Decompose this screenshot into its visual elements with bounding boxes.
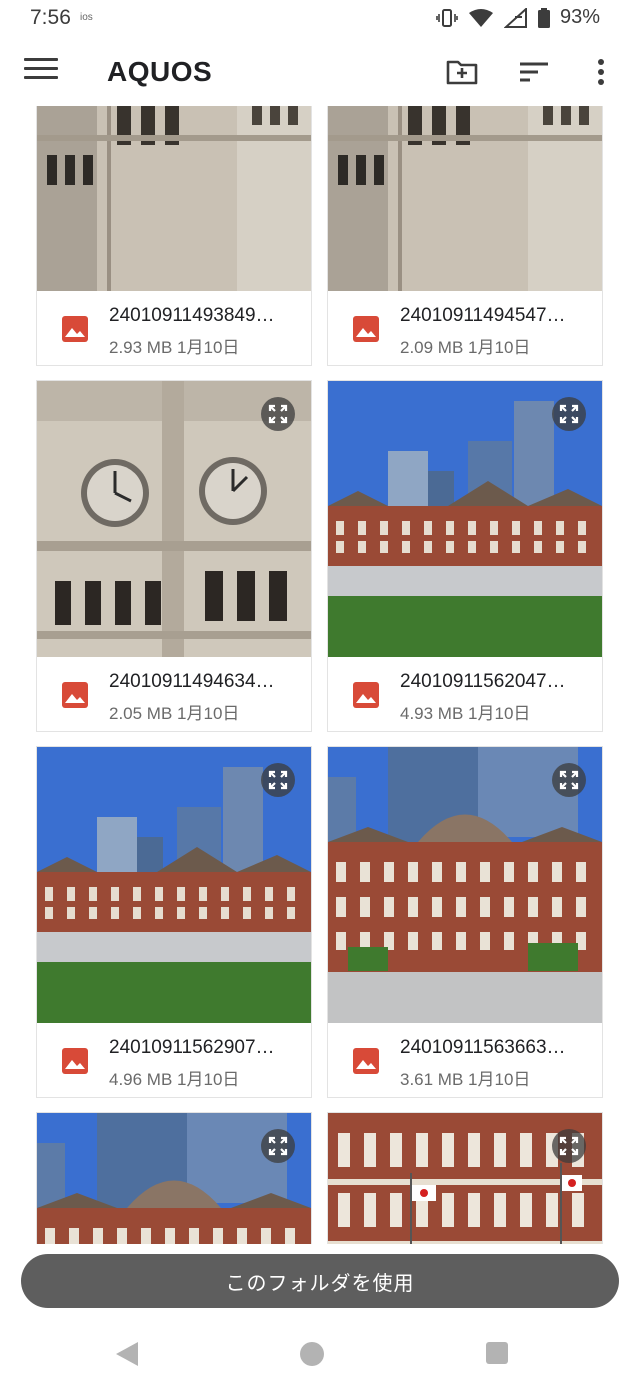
app-bar: AQUOS [0,36,640,106]
file-card[interactable]: 24010911562907… 4.96 MB 1月10日 [36,746,312,1098]
file-meta: 2.05 MB 1月10日 [109,699,239,724]
file-thumbnail[interactable] [37,381,311,657]
file-card[interactable]: 24010911563663… 3.61 MB 1月10日 [327,746,603,1098]
image-file-icon [62,1048,88,1074]
image-file-icon [62,682,88,708]
image-file-icon [353,1048,379,1074]
file-info: 24010911494547… 2.09 MB 1月10日 [328,291,602,365]
file-size: 4.93 MB [400,704,464,723]
file-card[interactable]: 24010911493849… 2.93 MB 1月10日 [36,106,312,366]
status-carrier-tag: ios [80,12,93,23]
file-date: 1月10日 [177,1070,240,1089]
file-meta: 3.61 MB 1月10日 [400,1065,530,1090]
file-card[interactable] [327,1112,603,1244]
more-vert-icon [598,59,604,85]
file-info: 24010911494634… 2.05 MB 1月10日 [37,657,311,731]
file-name: 24010911494547… [400,305,566,326]
file-meta: 4.93 MB 1月10日 [400,699,530,724]
recents-nav-icon[interactable] [486,1342,508,1364]
file-thumbnail[interactable] [328,106,602,291]
file-date: 1月10日 [177,704,240,723]
page-title: AQUOS [107,56,213,87]
battery-percent: 93% [559,6,600,28]
more-options-button[interactable] [584,54,620,90]
file-thumbnail[interactable] [37,1113,311,1244]
cell-signal-icon [503,7,527,28]
menu-icon [24,58,58,61]
file-date: 1月10日 [468,338,531,357]
new-folder-button[interactable] [444,54,480,90]
file-date: 1月10日 [468,704,531,723]
file-thumbnail[interactable] [37,747,311,1023]
file-meta: 2.09 MB 1月10日 [400,333,530,358]
file-date: 1月10日 [468,1070,531,1089]
expand-preview-button[interactable] [552,397,586,431]
home-nav-icon[interactable] [300,1342,324,1366]
wifi-icon [468,8,493,27]
file-info: 24010911563663… 3.61 MB 1月10日 [328,1023,602,1097]
file-size: 3.61 MB [400,1070,464,1089]
file-grid[interactable]: 24010911493849… 2.93 MB 1月10日 2401091149… [0,106,640,1244]
back-nav-icon[interactable] [114,1341,140,1367]
fullscreen-icon [268,1136,288,1156]
file-meta: 4.96 MB 1月10日 [109,1065,239,1090]
expand-preview-button[interactable] [261,397,295,431]
fullscreen-icon [268,770,288,790]
file-size: 2.09 MB [400,338,464,357]
file-name: 24010911493849… [109,305,275,326]
vibrate-icon [436,8,458,27]
fullscreen-icon [559,770,579,790]
file-meta: 2.93 MB 1月10日 [109,333,239,358]
expand-preview-button[interactable] [552,1129,586,1163]
status-time: 7:56 [30,6,71,29]
image-file-icon [62,316,88,342]
file-name: 24010911494634… [109,671,275,692]
sort-icon [520,62,548,82]
status-bar: 7:56 ios 93% [0,0,640,36]
fullscreen-icon [268,404,288,424]
file-info: 24010911562047… 4.93 MB 1月10日 [328,657,602,731]
system-nav-bar [0,1320,640,1387]
file-thumbnail[interactable] [328,381,602,657]
file-name: 24010911562907… [109,1037,275,1058]
sort-button[interactable] [516,54,552,90]
battery-icon [537,7,550,28]
file-size: 2.93 MB [109,338,173,357]
file-thumbnail[interactable] [328,747,602,1023]
file-date: 1月10日 [177,338,240,357]
file-name: 24010911563663… [400,1037,566,1058]
file-card[interactable] [36,1112,312,1244]
file-card[interactable]: 24010911494634… 2.05 MB 1月10日 [36,380,312,732]
expand-preview-button[interactable] [261,763,295,797]
fullscreen-icon [559,1136,579,1156]
file-info: 24010911562907… 4.96 MB 1月10日 [37,1023,311,1097]
new-folder-icon [446,60,478,85]
file-size: 2.05 MB [109,704,173,723]
file-size: 4.96 MB [109,1070,173,1089]
file-card[interactable]: 24010911562047… 4.93 MB 1月10日 [327,380,603,732]
expand-preview-button[interactable] [261,1129,295,1163]
use-this-folder-button[interactable]: このフォルダを使用 [21,1254,619,1308]
image-file-icon [353,316,379,342]
file-name: 24010911562047… [400,671,566,692]
image-file-icon [353,682,379,708]
file-info: 24010911493849… 2.93 MB 1月10日 [37,291,311,365]
file-thumbnail[interactable] [37,106,311,291]
menu-button[interactable] [24,58,58,84]
fullscreen-icon [559,404,579,424]
file-card[interactable]: 24010911494547… 2.09 MB 1月10日 [327,106,603,366]
expand-preview-button[interactable] [552,763,586,797]
file-thumbnail[interactable] [328,1113,602,1244]
